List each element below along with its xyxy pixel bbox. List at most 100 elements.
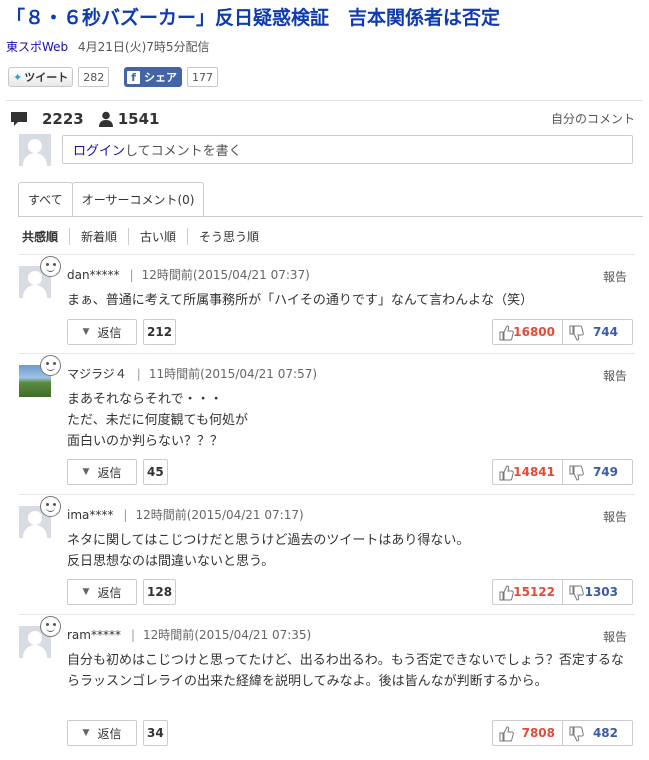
report-link[interactable]: 報告 bbox=[603, 268, 627, 285]
reply-button[interactable]: ▼ 返信 bbox=[67, 319, 137, 345]
report-link[interactable]: 報告 bbox=[603, 628, 627, 645]
dislike-count: 744 bbox=[592, 325, 618, 339]
like-button[interactable]: 15122 bbox=[493, 580, 563, 604]
tweet-share: ✦ ツイート 282 bbox=[8, 67, 110, 87]
smiley-icon bbox=[40, 616, 61, 637]
thumbs-up-icon bbox=[499, 325, 514, 341]
divider bbox=[18, 353, 635, 354]
thumbs-down-icon bbox=[569, 726, 584, 742]
divider bbox=[18, 254, 635, 255]
smiley-icon bbox=[40, 496, 61, 517]
divider bbox=[18, 494, 635, 495]
thumbs-down-icon bbox=[569, 585, 584, 601]
speech-bubble-icon bbox=[10, 111, 28, 127]
comment-time: 12時間前 bbox=[141, 268, 193, 282]
sort-empathy[interactable]: 共感順 bbox=[20, 228, 69, 245]
like-button[interactable]: 7808 bbox=[493, 721, 563, 745]
triangle-down-icon: ▼ bbox=[82, 327, 90, 337]
like-button[interactable]: 14841 bbox=[493, 460, 563, 484]
my-comments-link[interactable]: 自分のコメント bbox=[551, 110, 635, 127]
comment-stats: 2223 1541 bbox=[10, 108, 160, 130]
reply-button[interactable]: ▼ 返信 bbox=[67, 459, 137, 485]
user-count: 1541 bbox=[117, 110, 160, 128]
tabs-underline bbox=[18, 216, 643, 217]
reply-count: 34 bbox=[143, 720, 168, 746]
like-count: 14841 bbox=[513, 465, 555, 479]
publish-date: 4月21日(火)7時5分配信 bbox=[78, 40, 210, 54]
like-count: 15122 bbox=[513, 585, 555, 599]
vote-buttons: 7808 482 bbox=[492, 720, 633, 746]
comment-header: ima**** | 12時間前(2015/04/21 07:17) bbox=[67, 508, 304, 522]
comment-user[interactable]: ima**** bbox=[67, 508, 113, 522]
like-count: 16800 bbox=[513, 325, 555, 339]
dislike-button[interactable]: 744 bbox=[563, 320, 632, 344]
tweet-count: 282 bbox=[78, 67, 110, 87]
sort-oldest[interactable]: 古い順 bbox=[128, 228, 187, 245]
facebook-share: f シェア 177 bbox=[124, 67, 218, 87]
triangle-down-icon: ▼ bbox=[82, 587, 90, 597]
dislike-button[interactable]: 749 bbox=[563, 460, 632, 484]
comment-text: ネタに関してはこじつけだと思うけど過去のツイートはあり得ない。 反日思想なのは間… bbox=[67, 533, 470, 569]
person-icon bbox=[98, 111, 114, 127]
facebook-icon: f bbox=[127, 70, 140, 84]
facebook-share-button[interactable]: f シェア bbox=[124, 67, 182, 87]
thumbs-up-icon bbox=[499, 726, 514, 742]
comment-tabs: すべて オーサーコメント(0) bbox=[18, 182, 205, 216]
reply-count: 45 bbox=[143, 459, 168, 485]
dislike-button[interactable]: 482 bbox=[563, 721, 632, 745]
vote-buttons: 15122 1303 bbox=[492, 579, 633, 605]
thumbs-down-icon bbox=[569, 465, 584, 481]
comment-time: 11時間前 bbox=[148, 367, 201, 381]
comment-header: dan***** | 12時間前(2015/04/21 07:37) bbox=[67, 268, 310, 282]
comment-count: 2223 bbox=[42, 110, 84, 128]
comment-date: (2015/04/21 07:57) bbox=[200, 367, 318, 381]
vote-buttons: 16800 744 bbox=[492, 319, 633, 345]
tweet-button[interactable]: ✦ ツイート bbox=[8, 67, 74, 87]
comment-text: 自分も初めはこじつけと思ってたけど、出るわ出るわ。もう否定できないでしょう？否定… bbox=[67, 653, 624, 689]
facebook-share-count: 177 bbox=[187, 67, 218, 87]
source-link[interactable]: 東スポWeb bbox=[6, 40, 68, 54]
comment-user[interactable]: ram***** bbox=[67, 628, 121, 642]
dislike-button[interactable]: 1303 bbox=[563, 580, 632, 604]
divider bbox=[18, 614, 635, 615]
dislike-count: 482 bbox=[592, 726, 618, 740]
reply-count: 128 bbox=[143, 579, 177, 605]
sort-agree[interactable]: そう思う順 bbox=[187, 228, 270, 245]
report-link[interactable]: 報告 bbox=[603, 508, 627, 525]
comment-header: ram***** | 12時間前(2015/04/21 07:35) bbox=[67, 628, 312, 642]
comment-date: (2015/04/21 07:17) bbox=[186, 508, 304, 522]
sort-options: 共感順 新着順 古い順 そう思う順 bbox=[20, 228, 270, 245]
comment-header: マジラジ４ | 11時間前(2015/04/21 07:57) bbox=[67, 367, 318, 381]
comment-time: 12時間前 bbox=[143, 628, 195, 642]
tab-author-comments[interactable]: オーサーコメント(0) bbox=[71, 182, 205, 216]
comment-date: (2015/04/21 07:37) bbox=[192, 268, 310, 282]
comment-login-box[interactable]: ログイン してコメントを書く bbox=[62, 135, 633, 164]
like-count: 7808 bbox=[521, 726, 555, 740]
login-prompt: してコメントを書く bbox=[125, 144, 242, 159]
triangle-down-icon: ▼ bbox=[82, 467, 90, 477]
dislike-count: 1303 bbox=[584, 585, 618, 599]
smiley-icon bbox=[40, 256, 61, 277]
article-title: 「８・６秒バズーカー」反日疑惑検証 吉本関係者は否定 bbox=[6, 7, 501, 29]
divider bbox=[6, 100, 643, 101]
comment-user[interactable]: マジラジ４ bbox=[67, 367, 127, 381]
reply-button[interactable]: ▼ 返信 bbox=[67, 579, 137, 605]
like-button[interactable]: 16800 bbox=[493, 320, 563, 344]
triangle-down-icon: ▼ bbox=[82, 728, 90, 738]
article-meta: 東スポWeb 4月21日(火)7時5分配信 bbox=[6, 38, 210, 55]
login-link[interactable]: ログイン bbox=[73, 140, 125, 159]
tab-all[interactable]: すべて bbox=[18, 182, 73, 216]
vote-buttons: 14841 749 bbox=[492, 459, 633, 485]
report-link[interactable]: 報告 bbox=[603, 367, 627, 384]
reply-button[interactable]: ▼ 返信 bbox=[67, 720, 137, 746]
comment-date: (2015/04/21 07:35) bbox=[194, 628, 312, 642]
thumbs-up-icon bbox=[499, 465, 514, 481]
comment-user[interactable]: dan***** bbox=[67, 268, 120, 282]
thumbs-down-icon bbox=[569, 325, 584, 341]
twitter-bird-icon: ✦ bbox=[13, 70, 23, 84]
thumbs-up-icon bbox=[499, 585, 514, 601]
comment-text: まあそれならそれで・・・ ただ、未だに何度観ても何処が 面白いのか判らない？？？ bbox=[67, 392, 248, 449]
smiley-icon bbox=[40, 355, 61, 376]
comment-text: まぁ、普通に考えて所属事務所が「ハイその通りです」なんて言わんよな（笑） bbox=[67, 293, 534, 308]
sort-newest[interactable]: 新着順 bbox=[69, 228, 128, 245]
